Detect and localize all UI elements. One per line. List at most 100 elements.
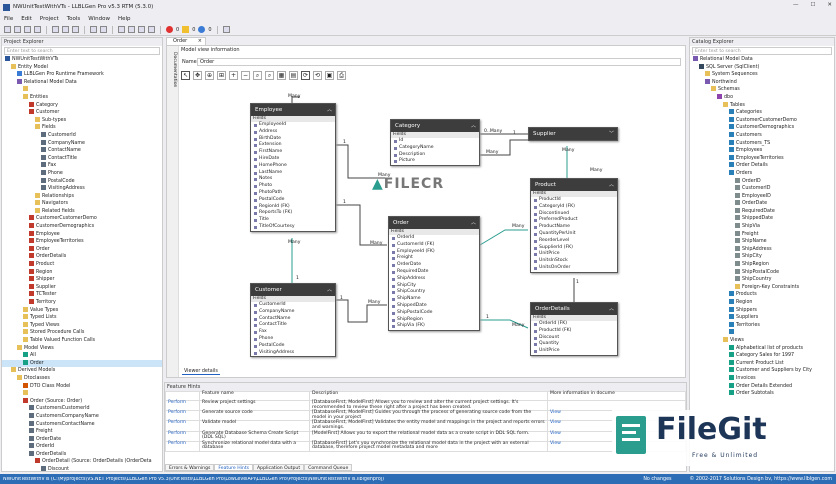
entity-field[interactable]: ReorderLevel [531,238,617,245]
entity-field[interactable]: PostalCode [251,197,335,204]
entity-field[interactable]: HireDate [251,156,335,163]
tree-item[interactable]: ShipVia [690,223,834,231]
entity-order[interactable]: Order ︿ Fields OrderId CustomerId (FK) Empl… [388,216,480,332]
tree-item[interactable]: ShippedDate [690,215,834,223]
entity-supplier[interactable]: Supplier ﹀ [528,127,618,141]
entity-field[interactable]: EmployeeId [251,122,335,129]
chevron-up-icon[interactable]: ︿ [471,217,476,229]
tree-item[interactable]: ShipAddress [690,245,834,254]
tree-item[interactable]: Northwind [690,78,834,87]
entity-field[interactable]: ShipVia (FK) [389,323,479,330]
tree-item[interactable]: Orders [690,169,834,178]
tree-item[interactable]: Invoices [690,374,834,383]
tree-item[interactable]: Category Sales for 1997 [690,352,834,360]
tree-item[interactable]: CustomerID [690,185,834,193]
entity-field[interactable]: Title [251,217,335,224]
tree-item[interactable]: ShipCity [690,253,834,261]
tree-item[interactable]: CustomerDemographics [690,124,834,132]
entity-field[interactable]: Fax [251,329,335,336]
tree-item[interactable]: Foreign-Key Constraints [690,283,834,292]
entity-field[interactable]: OrderId [389,235,479,242]
chevron-up-icon[interactable]: ︿ [327,284,332,296]
entity-field[interactable]: ShipPostalCode [389,310,479,317]
tree-item[interactable]: Territories [690,321,834,330]
tree-item[interactable]: EmployeeID [690,192,834,201]
entity-field[interactable]: ShippedDate [389,303,479,310]
tree-item[interactable]: Relational Model Data [690,56,834,64]
tree-item[interactable]: Current Product List [690,359,834,368]
entity-field[interactable]: CategoryId (FK) [531,204,617,211]
tree-item[interactable]: ShipRegion [690,261,834,269]
tree-item[interactable]: SQL Server (SqlClient) [690,63,834,72]
tree-item[interactable]: Customers_TS [690,139,834,148]
tree-item[interactable]: Shippers [690,306,834,315]
tree-item[interactable]: Customer and Suppliers by City [690,367,834,375]
tree-item[interactable]: ShipCountry [690,276,834,284]
entity-field[interactable]: Phone [251,336,335,343]
perform-link[interactable]: Perform [165,440,200,452]
entity-field[interactable]: CompanyName [251,309,335,316]
tree-item[interactable]: RequiredDate [690,207,834,216]
entity-field[interactable]: UnitsOnOrder [531,265,617,272]
entity-field[interactable]: ProductId [531,197,617,204]
tree-item[interactable]: Products [690,291,834,299]
tree-item[interactable]: Views [690,336,834,345]
tree-item[interactable]: Suppliers [690,314,834,322]
entity-field[interactable]: OrderDate [389,262,479,269]
tree-item[interactable]: Schemas [690,86,834,94]
perform-link[interactable]: Perform [165,430,200,442]
entity-field[interactable]: UnitsInStock [531,258,617,265]
tree-item[interactable]: Order Details [690,162,834,170]
entity-field[interactable]: OrderId (FK) [531,321,617,328]
tree-item[interactable]: Order Subtotals [690,390,834,398]
chevron-up-icon[interactable]: ︿ [609,179,614,191]
entity-field[interactable]: RequiredDate [389,269,479,276]
tab-command-queue[interactable]: Command Queue [304,464,353,471]
entity-field[interactable]: ShipAddress [389,276,479,283]
entity-customer[interactable]: Customer ︿ Fields CustomerId CompanyName Co… [250,283,336,358]
tree-item[interactable]: Order Details Extended [690,382,834,391]
tree-item[interactable]: Customers [690,131,834,140]
entity-field[interactable]: Id [391,138,479,145]
chevron-down-icon[interactable]: ﹀ [609,128,614,140]
entity-field[interactable]: ProductId (FK) [531,328,617,335]
tree-item[interactable]: dbo [690,93,834,102]
entity-field[interactable]: CustomerId (FK) [389,242,479,249]
tree-item[interactable] [690,329,834,337]
tab-errors-warnings[interactable]: Errors & Warnings [165,464,215,471]
perform-link[interactable]: Perform [165,420,200,432]
catalog-search-input[interactable]: Enter text to search [692,47,832,55]
entity-field[interactable]: HomePhone [251,163,335,170]
viewer-details-tab[interactable]: Viewer details [182,369,220,375]
tree-item[interactable]: Employees [690,147,834,155]
entity-field[interactable]: ShipName [389,296,479,303]
tree-item[interactable]: Freight [690,230,834,239]
chevron-up-icon[interactable]: ︿ [471,120,476,132]
chevron-up-icon[interactable]: ︿ [327,104,332,116]
entity-field[interactable]: TitleOfCourtesy [251,224,335,231]
entity-field[interactable]: QuantityPerUnit [531,231,617,238]
entity-product[interactable]: Product ︿ Fields ProductId CategoryId (FK)… [530,178,618,273]
tree-item[interactable]: OrderDate [690,200,834,208]
entity-field[interactable]: PostalCode [251,343,335,350]
entity-employee[interactable]: Employee ︿ Fields EmployeeId Address BirthD… [250,103,336,232]
tree-item[interactable]: ShipName [690,238,834,246]
tree-item[interactable]: Categories [690,109,834,117]
entity-orderdetails[interactable]: OrderDetails ︿ Fields OrderId (FK) Product… [530,302,618,356]
entity-field[interactable]: VisitingAddress [251,350,335,357]
entity-category[interactable]: Category ︿ Fields Id CategoryName Descripti… [390,119,480,167]
entity-field[interactable]: Photo [251,183,335,190]
entity-field[interactable]: PhotoPath [251,190,335,197]
tree-item[interactable]: Region [690,299,834,307]
entity-field[interactable]: UnitPrice [531,348,617,355]
tree-item[interactable]: Tables [690,101,834,110]
tab-feature-hints[interactable]: Feature Hints [214,464,254,471]
entity-field[interactable]: CategoryName [391,145,479,152]
entity-field[interactable]: CustomerId [251,302,335,309]
entity-field[interactable]: Picture [391,158,479,165]
chevron-up-icon[interactable]: ︿ [609,303,614,315]
tab-application-output[interactable]: Application Output [253,464,305,471]
entity-field[interactable]: FirstName [251,149,335,156]
tree-item[interactable]: OrderID [690,177,834,186]
entity-field[interactable]: Address [251,129,335,136]
